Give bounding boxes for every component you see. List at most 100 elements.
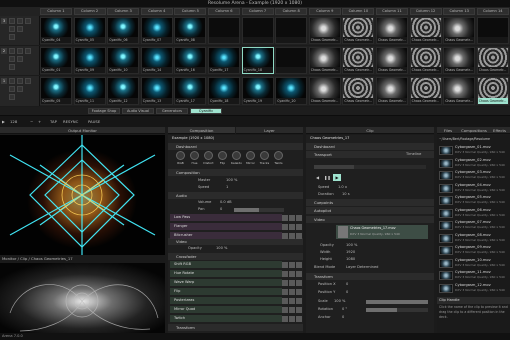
bpm-value[interactable]: 128 xyxy=(10,119,17,125)
dashboard-dial[interactable] xyxy=(204,151,213,160)
effect-toggle-button[interactable] xyxy=(289,315,295,322)
layer-button[interactable] xyxy=(17,26,23,32)
effect-toggle-button[interactable] xyxy=(296,223,302,230)
clip-slot[interactable]: Chaos Geometr... xyxy=(443,17,476,44)
clip-slot[interactable]: Chaos Geometr... xyxy=(409,77,442,105)
clip-speed-value[interactable]: 1.0 x xyxy=(338,184,368,191)
layer-button[interactable] xyxy=(9,48,15,54)
layer-button[interactable] xyxy=(25,78,31,84)
clip-slot[interactable]: Chaos Geometr... xyxy=(443,77,476,105)
file-item[interactable]: Cyborgasm_07.mov DXV 3 Normal Quality, 96… xyxy=(439,220,508,231)
layer-number[interactable]: 2 xyxy=(1,48,7,54)
pause-icon[interactable]: ❚❚ xyxy=(324,175,331,180)
master-value[interactable]: 100 % xyxy=(226,177,266,184)
column-header[interactable]: Column 13 xyxy=(443,8,476,15)
clip-slot[interactable]: Chaos Geometr... xyxy=(308,77,341,105)
tab-files[interactable]: Files xyxy=(437,127,459,134)
clip-slot[interactable]: Cyanific_11 xyxy=(73,77,106,105)
rotation-slider[interactable] xyxy=(366,308,428,312)
clip-slot[interactable]: Chaos Geometr... xyxy=(476,77,509,105)
tab-effects[interactable]: Effects xyxy=(489,127,510,134)
deck-tab[interactable]: Generators xyxy=(156,108,188,114)
clip-slot[interactable]: Cyanific_06 xyxy=(107,17,140,44)
effect-row[interactable]: Flanger xyxy=(170,223,282,230)
audio-section-header[interactable]: Audio xyxy=(168,192,303,199)
clip-slot[interactable]: Chaos Geometr... xyxy=(376,47,408,74)
files-path[interactable]: ~/Users/Bert/Footage/Resolume xyxy=(439,136,509,143)
clip-slot[interactable]: Chaos Geometr... xyxy=(476,47,509,74)
dashboard-dial[interactable] xyxy=(176,151,185,160)
clip-slot[interactable]: Cyanific_18 xyxy=(241,47,274,74)
clip-slot[interactable]: Chaos Geometr... xyxy=(342,47,375,74)
layer-button[interactable] xyxy=(9,34,15,40)
effect-row[interactable]: Hue Rotate xyxy=(170,270,282,277)
effect-row[interactable]: Twitch xyxy=(170,315,282,322)
dashboard-dial[interactable] xyxy=(218,151,227,160)
composition-section-header[interactable]: Composition xyxy=(168,169,303,176)
clip-file-block[interactable]: Chaos Geometries_17.mov DXV 3 Normal Qua… xyxy=(336,225,428,239)
effect-toggle-button[interactable] xyxy=(282,232,288,239)
volume-value[interactable]: 0.0 dB xyxy=(220,199,260,206)
width-value[interactable]: 1920 xyxy=(346,249,386,256)
effect-row[interactable]: Shift RGB xyxy=(170,261,282,268)
clip-slot[interactable]: Cyanific_01 xyxy=(40,47,72,74)
file-item[interactable]: Cyborgasm_02.mov DXV 3 Normal Quality, 96… xyxy=(439,158,508,169)
pan-slider[interactable] xyxy=(234,208,284,212)
clip-slot[interactable]: Chaos Geometr... xyxy=(409,17,442,44)
effect-toggle-button[interactable] xyxy=(282,261,288,268)
layer-button[interactable] xyxy=(9,86,15,92)
clip-preview-monitor[interactable] xyxy=(0,263,165,333)
clip-slot[interactable]: Cyanific_14 xyxy=(140,47,173,74)
prev-icon[interactable]: ◀ xyxy=(316,175,319,180)
crossfader-section-header[interactable]: Crossfader xyxy=(168,253,303,260)
scale-value[interactable]: 100 % xyxy=(334,298,364,305)
effect-toggle-button[interactable] xyxy=(282,288,288,295)
dashboard-dial[interactable] xyxy=(232,151,241,160)
clip-slot[interactable]: Cyanific_12 xyxy=(107,77,140,105)
clip-timeline-bar[interactable] xyxy=(314,165,426,169)
clip-slot[interactable]: Chaos Geometr... xyxy=(342,77,375,105)
layer-button[interactable] xyxy=(9,64,15,70)
clip-name[interactable]: Chaos Geometries_17 xyxy=(310,135,430,142)
position-x-value[interactable]: 0 xyxy=(346,281,366,288)
file-item[interactable]: Cyborgasm_09.mov DXV 3 Normal Quality, 96… xyxy=(439,245,508,256)
duration-value[interactable]: 10 s xyxy=(342,191,372,198)
effect-toggle-button[interactable] xyxy=(289,270,295,277)
clip-video-header[interactable]: Video xyxy=(306,216,434,223)
bpm-minus-button[interactable]: − xyxy=(30,119,33,125)
clip-slot[interactable]: Cyanific_20 xyxy=(275,77,308,105)
layer-button[interactable] xyxy=(17,78,23,84)
column-header[interactable]: Column 9 xyxy=(308,8,341,15)
tab-clip[interactable]: Clip xyxy=(306,127,434,134)
effect-toggle-button[interactable] xyxy=(282,306,288,313)
clip-slot[interactable] xyxy=(241,17,274,44)
layer-button[interactable] xyxy=(9,94,15,100)
clip-transform-header[interactable]: Transform xyxy=(306,273,434,280)
clip-slot[interactable]: Cyanific_08 xyxy=(174,17,207,44)
effect-toggle-button[interactable] xyxy=(289,214,295,221)
tab-compositions[interactable]: Compositions xyxy=(459,127,489,134)
video-section-header[interactable]: Video xyxy=(168,238,303,245)
file-item[interactable]: Cyborgasm_05.mov DXV 3 Normal Quality, 96… xyxy=(439,195,508,206)
column-header[interactable]: Column 1 xyxy=(40,8,72,15)
timeline-dropdown[interactable]: Timeline xyxy=(406,151,434,158)
effect-toggle-button[interactable] xyxy=(282,270,288,277)
clip-slot[interactable]: Cyanific_13 xyxy=(140,77,173,105)
deck-tab[interactable]: Cyanific xyxy=(190,108,222,114)
layer-button[interactable] xyxy=(9,78,15,84)
effect-toggle-button[interactable] xyxy=(282,297,288,304)
clip-dashboard-header[interactable]: Dashboard xyxy=(306,143,434,150)
layer-button[interactable] xyxy=(9,56,15,62)
layer-button[interactable] xyxy=(25,18,31,24)
file-item[interactable]: Cyborgasm_04.mov DXV 3 Normal Quality, 96… xyxy=(439,183,508,194)
effect-toggle-button[interactable] xyxy=(289,261,295,268)
dashboard-dial[interactable] xyxy=(246,151,255,160)
effect-toggle-button[interactable] xyxy=(289,288,295,295)
clip-slot[interactable]: Cyanific_17 xyxy=(208,47,240,74)
column-header[interactable]: Column 7 xyxy=(241,8,274,15)
clip-slot[interactable]: Chaos Geometr... xyxy=(308,47,341,74)
clip-slot[interactable]: Cyanific_10 xyxy=(107,47,140,74)
clip-slot[interactable]: Cyanific_19 xyxy=(241,77,274,105)
bpm-plus-button[interactable]: + xyxy=(38,119,41,125)
clip-slot[interactable]: Chaos Geometr... xyxy=(376,17,408,44)
